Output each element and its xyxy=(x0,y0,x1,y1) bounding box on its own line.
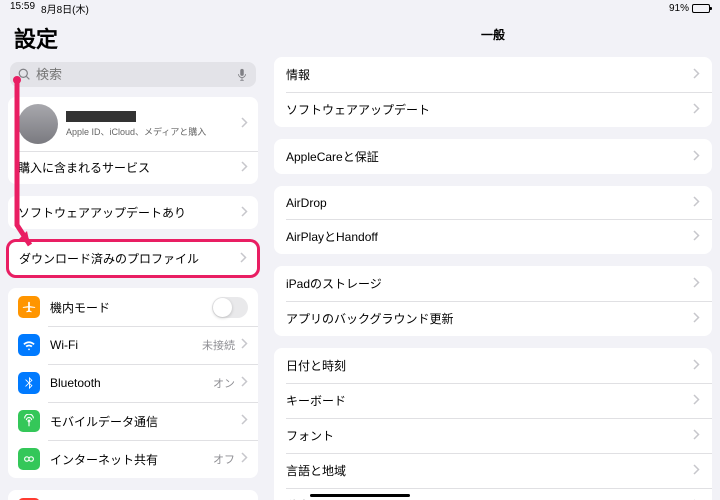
main-title: 一般 xyxy=(274,16,712,57)
search-input[interactable] xyxy=(36,67,236,82)
cellular-row[interactable]: モバイルデータ通信 xyxy=(8,402,258,440)
row-label: 機内モード xyxy=(50,299,110,316)
settings-title: 設定 xyxy=(8,16,258,62)
annotation-arrow xyxy=(5,75,45,265)
status-date: 8月8日(木) xyxy=(41,1,89,16)
storage-row[interactable]: iPadのストレージ xyxy=(274,266,712,301)
profile-name-redacted xyxy=(66,111,136,122)
row-label: iPadのストレージ xyxy=(286,275,382,292)
chevron-right-icon xyxy=(241,376,248,390)
wifi-value: 未接続 xyxy=(202,337,241,353)
chevron-right-icon xyxy=(241,338,248,352)
about-row[interactable]: 情報 xyxy=(274,57,712,92)
hotspot-row[interactable]: インターネット共有 オフ xyxy=(8,440,258,478)
battery-percent: 91% xyxy=(669,3,689,14)
chevron-right-icon xyxy=(693,103,700,117)
battery-icon xyxy=(692,4,710,13)
chevron-right-icon xyxy=(693,429,700,443)
chevron-right-icon xyxy=(693,196,700,210)
hotspot-icon xyxy=(18,448,40,470)
software-update-available-row[interactable]: ソフトウェアアップデートあり xyxy=(8,196,258,229)
row-label: Wi-Fi xyxy=(50,338,78,352)
row-label: Bluetooth xyxy=(50,376,101,390)
chevron-right-icon xyxy=(693,68,700,82)
bluetooth-icon xyxy=(18,372,40,394)
airplay-row[interactable]: AirPlayとHandoff xyxy=(274,219,712,254)
software-update-row[interactable]: ソフトウェアアップデート xyxy=(274,92,712,127)
chevron-right-icon xyxy=(241,117,248,131)
chevron-right-icon xyxy=(241,161,248,175)
row-label: AirDrop xyxy=(286,196,327,210)
row-label: 情報 xyxy=(286,66,310,83)
airplane-mode-row[interactable]: 機内モード xyxy=(8,288,258,326)
row-label: AirPlayとHandoff xyxy=(286,228,378,245)
chevron-right-icon xyxy=(241,452,248,466)
apple-id-row[interactable]: Apple ID、iCloud、メディアと購入 xyxy=(8,97,258,151)
bluetooth-value: オン xyxy=(213,375,241,391)
chevron-right-icon xyxy=(241,414,248,428)
row-label: ダウンロード済みのプロファイル xyxy=(19,250,199,267)
chevron-right-icon xyxy=(240,252,247,266)
search-field[interactable] xyxy=(10,62,256,87)
chevron-right-icon xyxy=(693,394,700,408)
applecare-row[interactable]: AppleCareと保証 xyxy=(274,139,712,174)
row-label: アプリのバックグラウンド更新 xyxy=(286,310,454,327)
chevron-right-icon xyxy=(693,312,700,326)
language-row[interactable]: 言語と地域 xyxy=(274,453,712,488)
cellular-icon xyxy=(18,410,40,432)
chevron-right-icon xyxy=(693,277,700,291)
airplane-toggle[interactable] xyxy=(212,297,248,318)
wifi-row[interactable]: Wi-Fi 未接続 xyxy=(8,326,258,364)
purchase-services-row[interactable]: 購入に含まれるサービス xyxy=(8,151,258,184)
row-label: AppleCareと保証 xyxy=(286,148,379,165)
chevron-right-icon xyxy=(693,359,700,373)
row-label: ソフトウェアアップデート xyxy=(286,101,430,118)
font-row[interactable]: フォント xyxy=(274,418,712,453)
notifications-row[interactable]: 通知 xyxy=(8,490,258,500)
row-label: 言語と地域 xyxy=(286,462,346,479)
keyboard-row[interactable]: キーボード xyxy=(274,383,712,418)
row-label: 日付と時刻 xyxy=(286,357,346,374)
status-bar: 15:59 8月8日(木) 91% xyxy=(0,0,720,16)
profile-subtitle: Apple ID、iCloud、メディアと購入 xyxy=(66,125,241,138)
airdrop-row[interactable]: AirDrop xyxy=(274,186,712,219)
row-label: キーボード xyxy=(286,392,346,409)
datetime-row[interactable]: 日付と時刻 xyxy=(274,348,712,383)
main-panel[interactable]: 一般 情報 ソフトウェアアップデート AppleCareと保証 AirDrop … xyxy=(266,16,720,500)
status-time: 15:59 xyxy=(10,1,35,16)
airplane-icon xyxy=(18,296,40,318)
wifi-icon xyxy=(18,334,40,356)
home-indicator[interactable] xyxy=(310,494,410,497)
row-label: インターネット共有 xyxy=(50,451,158,468)
hotspot-value: オフ xyxy=(213,451,241,467)
chevron-right-icon xyxy=(693,150,700,164)
mic-icon[interactable] xyxy=(236,68,248,82)
chevron-right-icon xyxy=(693,230,700,244)
row-label: フォント xyxy=(286,427,334,444)
downloaded-profile-row[interactable]: ダウンロード済みのプロファイル xyxy=(9,242,257,275)
chevron-right-icon xyxy=(693,464,700,478)
bluetooth-row[interactable]: Bluetooth オン xyxy=(8,364,258,402)
background-refresh-row[interactable]: アプリのバックグラウンド更新 xyxy=(274,301,712,336)
chevron-right-icon xyxy=(241,206,248,220)
row-label: モバイルデータ通信 xyxy=(50,413,158,430)
